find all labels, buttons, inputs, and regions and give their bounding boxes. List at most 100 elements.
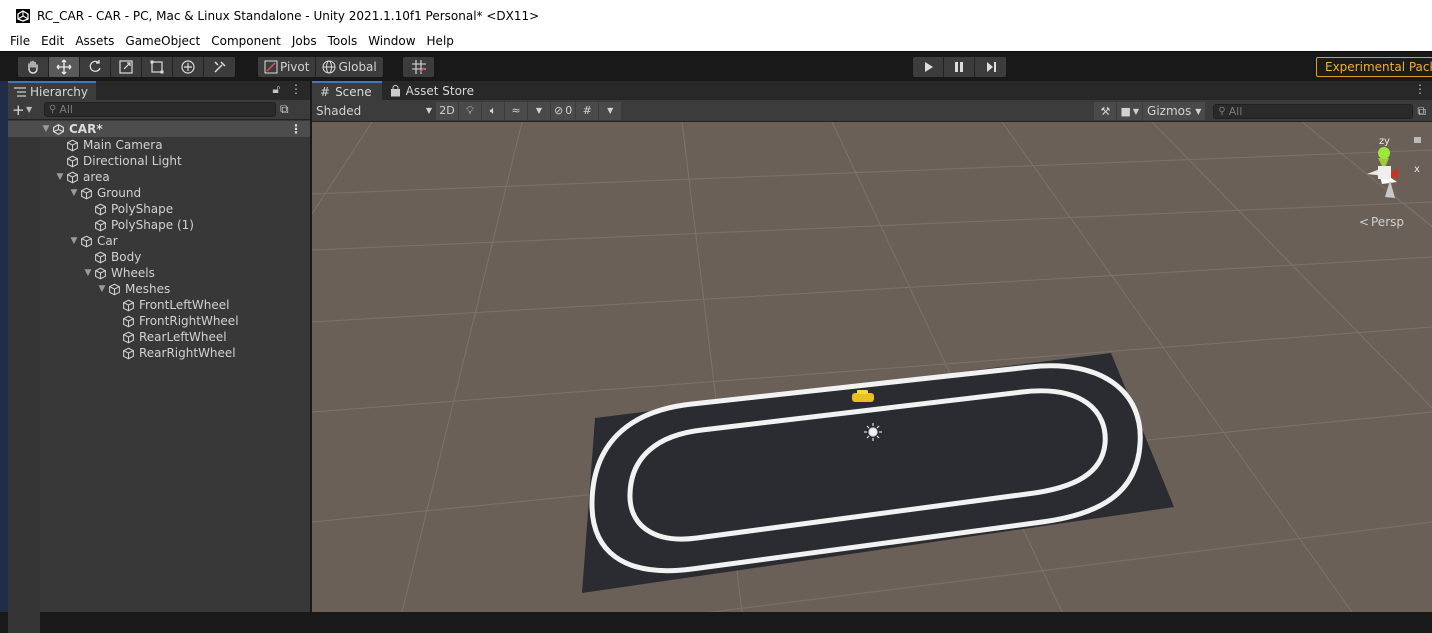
gizmos-dropdown[interactable]: Gizmos ▼ bbox=[1143, 102, 1206, 120]
tab-asset-store[interactable]: Asset Store bbox=[382, 81, 484, 100]
menu-edit[interactable]: Edit bbox=[41, 34, 64, 48]
hierarchy-search-input[interactable]: ⚲ All bbox=[44, 102, 276, 117]
gizmo-lock-icon[interactable] bbox=[1414, 137, 1421, 143]
expand-triangle-icon[interactable]: ▼ bbox=[54, 172, 66, 182]
transform-icon bbox=[181, 60, 195, 74]
hierarchy-item[interactable]: ▼ area bbox=[8, 169, 310, 185]
hierarchy-search-row: + ▼ ⚲ All ⧉ bbox=[8, 100, 310, 120]
scale-tool-button[interactable] bbox=[111, 57, 142, 77]
hierarchy-tabbar: Hierarchy 🔓︎ ⋮ bbox=[8, 81, 310, 100]
projection-label[interactable]: Persp bbox=[1371, 215, 1404, 229]
scene-menu-icon[interactable]: ⋮ bbox=[290, 122, 302, 136]
desktop-edge bbox=[0, 81, 8, 612]
scene-tab-label: Scene bbox=[335, 84, 372, 99]
rotate-tool-button[interactable] bbox=[80, 57, 111, 77]
unity-scene-icon bbox=[53, 123, 64, 135]
menu-window[interactable]: Window bbox=[368, 34, 415, 48]
gameobject-cube-icon bbox=[95, 219, 106, 231]
menu-jobs[interactable]: Jobs bbox=[292, 34, 317, 48]
rect-icon bbox=[150, 60, 164, 74]
hierarchy-item[interactable]: RearLeftWheel bbox=[8, 329, 310, 345]
hierarchy-item[interactable]: FrontLeftWheel bbox=[8, 297, 310, 313]
gameobject-cube-icon bbox=[95, 251, 106, 263]
hierarchy-item[interactable]: Body bbox=[8, 249, 310, 265]
camera-settings-button[interactable]: ■ ▼ bbox=[1117, 102, 1143, 120]
gameobject-cube-icon bbox=[123, 299, 134, 311]
global-toggle[interactable]: Global bbox=[316, 57, 382, 77]
expand-triangle-icon[interactable]: ▼ bbox=[82, 268, 94, 278]
expand-triangle-icon[interactable]: ▼ bbox=[40, 124, 52, 134]
search-options-icon[interactable]: ⧉ bbox=[280, 102, 289, 117]
grid-toggle[interactable]: # bbox=[576, 101, 599, 120]
hierarchy-item-label: Meshes bbox=[125, 282, 171, 296]
play-icon bbox=[925, 62, 933, 72]
expand-triangle-icon[interactable]: ▼ bbox=[68, 188, 80, 198]
tab-hierarchy[interactable]: Hierarchy bbox=[8, 81, 97, 100]
experimental-packages-badge[interactable]: Experimental Packa bbox=[1316, 57, 1432, 77]
grid-snap-button[interactable] bbox=[403, 57, 434, 77]
scene-menu-kebab-icon[interactable]: ⋮ bbox=[1414, 82, 1426, 96]
move-tool-button[interactable] bbox=[49, 57, 80, 77]
bag-icon bbox=[390, 84, 400, 96]
scene-root-row[interactable]: ▼ CAR* ⋮ bbox=[8, 121, 310, 137]
search-icon: ⚲ bbox=[1218, 105, 1226, 117]
hierarchy-item[interactable]: ▼ Meshes bbox=[8, 281, 310, 297]
menu-help[interactable]: Help bbox=[427, 34, 454, 48]
move-arrows-icon bbox=[56, 59, 72, 75]
menu-component[interactable]: Component bbox=[211, 34, 281, 48]
hierarchy-item-label: PolyShape bbox=[111, 202, 174, 216]
expand-triangle-icon[interactable]: ▼ bbox=[96, 284, 108, 294]
tab-scene[interactable]: # Scene bbox=[312, 81, 382, 100]
hidden-objects-count: 0 bbox=[565, 104, 573, 117]
menu-assets[interactable]: Assets bbox=[75, 34, 114, 48]
gizmos-label: Gizmos bbox=[1147, 104, 1192, 118]
menu-file[interactable]: File bbox=[10, 34, 30, 48]
tools-button[interactable]: ⚒︎ bbox=[1094, 102, 1117, 120]
lock-icon[interactable]: 🔓︎ bbox=[272, 82, 280, 96]
shading-mode-dropdown[interactable]: Shaded ▼ bbox=[312, 102, 436, 120]
hierarchy-item[interactable]: ▼ Wheels bbox=[8, 265, 310, 281]
hierarchy-item[interactable]: PolyShape bbox=[8, 201, 310, 217]
hierarchy-item[interactable]: PolyShape (1) bbox=[8, 217, 310, 233]
scene-search-placeholder: All bbox=[1228, 104, 1243, 118]
hierarchy-item[interactable]: Directional Light bbox=[8, 153, 310, 169]
hash-icon: # bbox=[320, 84, 331, 99]
custom-tool-button[interactable] bbox=[204, 57, 235, 77]
grid-dropdown[interactable]: ▼ bbox=[599, 101, 622, 120]
create-plus-button[interactable]: + bbox=[12, 101, 26, 119]
hierarchy-item[interactable]: ▼ Ground bbox=[8, 185, 310, 201]
rect-tool-button[interactable] bbox=[142, 57, 173, 77]
lighting-toggle[interactable]: 💡︎ bbox=[459, 101, 481, 120]
hierarchy-item[interactable]: ▼ Car bbox=[8, 233, 310, 249]
wrench-icon bbox=[213, 61, 226, 73]
hand-tool-button[interactable] bbox=[18, 57, 49, 77]
chevron-down-icon: ▼ bbox=[425, 106, 432, 115]
kebab-menu-icon[interactable]: ⋮ bbox=[290, 82, 302, 96]
hierarchy-tree: ▼ CAR* ⋮ Main Camera Directional Light ▼ ar… bbox=[8, 121, 310, 633]
hierarchy-item[interactable]: RearRightWheel bbox=[8, 345, 310, 361]
chevron-down-icon: ▼ bbox=[1195, 106, 1202, 116]
track-ground-plane[interactable] bbox=[582, 353, 1174, 593]
global-label: Global bbox=[338, 60, 377, 74]
toggle-2d-button[interactable]: 2D bbox=[436, 101, 458, 120]
menu-gameobject[interactable]: GameObject bbox=[125, 34, 200, 48]
pause-button[interactable] bbox=[944, 57, 975, 77]
scene-orientation-gizmo[interactable]: z y x Persp < bbox=[1359, 136, 1421, 229]
expand-triangle-icon[interactable]: ▼ bbox=[68, 236, 80, 246]
play-button[interactable] bbox=[913, 57, 944, 77]
hierarchy-item[interactable]: Main Camera bbox=[8, 137, 310, 153]
effects-dropdown[interactable]: ▼ bbox=[528, 101, 550, 120]
hierarchy-item[interactable]: FrontRightWheel bbox=[8, 313, 310, 329]
scene-search-input[interactable]: ⚲ All bbox=[1213, 103, 1414, 119]
scene-viewport[interactable]: z y x Persp < bbox=[312, 122, 1432, 612]
chevron-down-icon[interactable]: ▼ bbox=[26, 105, 40, 114]
search-options-icon[interactable]: ⧉ bbox=[1417, 104, 1426, 119]
gameobject-cube-icon bbox=[81, 187, 92, 199]
effects-toggle[interactable]: ≈ bbox=[505, 101, 527, 120]
pivot-toggle[interactable]: Pivot bbox=[258, 57, 317, 77]
hidden-objects-toggle[interactable]: ⊘ 0 bbox=[551, 101, 576, 120]
transform-tool-button[interactable] bbox=[173, 57, 204, 77]
step-button[interactable] bbox=[975, 57, 1006, 77]
menu-tools[interactable]: Tools bbox=[328, 34, 358, 48]
audio-toggle[interactable]: 🔈︎ bbox=[482, 101, 504, 120]
